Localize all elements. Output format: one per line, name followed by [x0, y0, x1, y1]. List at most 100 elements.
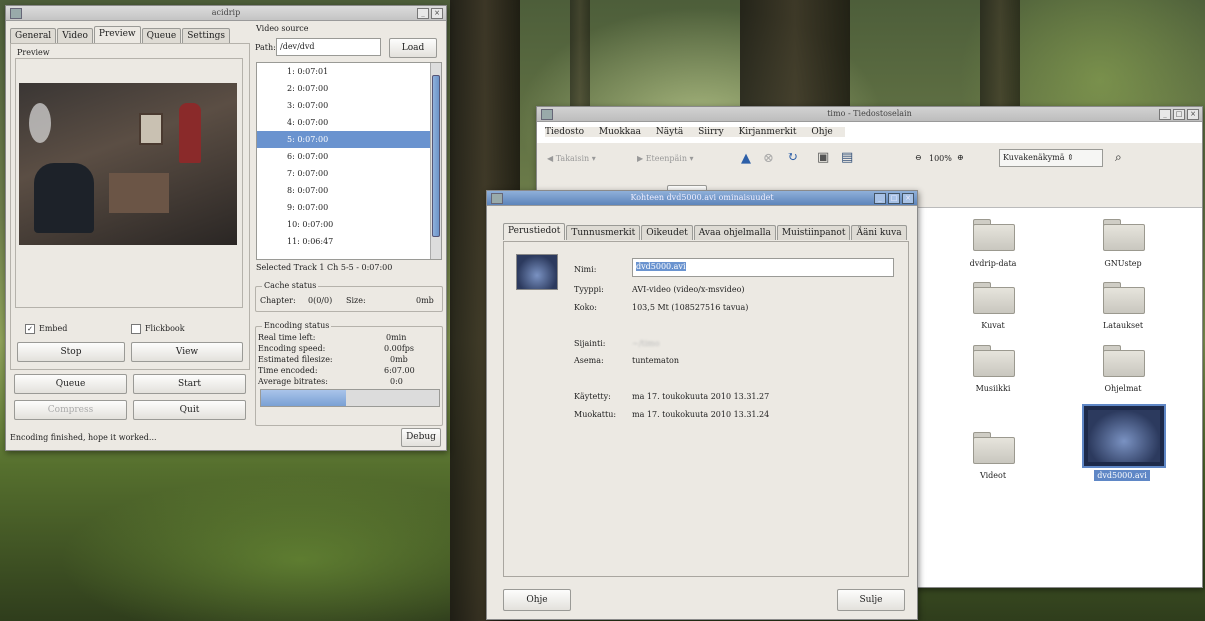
track-list-item[interactable]: 9: 0:07:00 — [257, 199, 441, 216]
zoom-level: 100% — [929, 154, 952, 163]
track-list-item[interactable]: 10: 0:07:00 — [257, 216, 441, 233]
close-icon[interactable]: × — [431, 8, 443, 19]
menu-view[interactable]: Näytä — [656, 127, 683, 137]
tree-trunk — [740, 0, 850, 110]
menu-bookmarks[interactable]: Kirjanmerkit — [739, 127, 797, 137]
track-list-item[interactable]: 3: 0:07:00 — [257, 97, 441, 114]
binoculars-search-icon[interactable]: ⌕ — [1115, 150, 1122, 165]
maximize-icon[interactable]: □ — [888, 193, 900, 204]
scroll-thumb[interactable] — [432, 75, 440, 237]
reload-icon[interactable]: ↻ — [787, 150, 798, 165]
folder-label[interactable]: dvdrip-data — [948, 259, 1038, 268]
track-list-scrollbar[interactable] — [430, 63, 441, 259]
zoom-out-icon[interactable]: ⊖ — [915, 153, 922, 162]
folder-icon[interactable] — [973, 219, 1015, 251]
window-title: acidrip — [211, 8, 241, 17]
tab-notes[interactable]: Muistiinpanot — [776, 225, 851, 240]
tab-preview[interactable]: Preview — [93, 26, 141, 43]
track-list-item[interactable]: 8: 0:07:00 — [257, 182, 441, 199]
folder-label[interactable]: Musiikki — [948, 384, 1038, 393]
folder-label[interactable]: Lataukset — [1078, 321, 1168, 330]
close-icon[interactable]: × — [902, 193, 914, 204]
view-button[interactable]: View — [131, 342, 243, 362]
tab-queue[interactable]: Queue — [141, 28, 182, 43]
up-arrow-icon[interactable]: ▲ — [741, 151, 751, 166]
track-list[interactable]: 1: 0:07:01 2: 0:07:00 3: 0:07:00 4: 0:07:00… — [256, 62, 442, 260]
home-folder-icon[interactable]: ▣ — [817, 150, 829, 165]
track-list-item[interactable]: 7: 0:07:00 — [257, 165, 441, 182]
acidrip-titlebar[interactable]: acidrip _ × — [6, 6, 446, 21]
start-button[interactable]: Start — [133, 374, 246, 394]
file-thumbnail-icon[interactable] — [516, 254, 558, 290]
tab-general[interactable]: General — [10, 28, 57, 43]
selected-file-name: dvd5000.avi — [1094, 470, 1150, 481]
track-list-item[interactable]: 1: 0:07:01 — [257, 63, 441, 80]
minimize-icon[interactable]: _ — [874, 193, 886, 204]
zoom-in-icon[interactable]: ⊕ — [957, 153, 964, 162]
menu-edit[interactable]: Muokkaa — [599, 127, 641, 137]
folder-label[interactable]: Ohjelmat — [1078, 384, 1168, 393]
minimize-icon[interactable]: _ — [417, 8, 429, 19]
properties-dialog: Kohteen dvd5000.avi ominaisuudet _ □ × P… — [486, 190, 918, 620]
checkbox-checked-icon: ✓ — [25, 324, 35, 334]
tab-settings[interactable]: Settings — [182, 28, 231, 43]
menu-go[interactable]: Siirry — [698, 127, 724, 137]
close-icon[interactable]: × — [1187, 109, 1199, 120]
folder-icon[interactable] — [1103, 282, 1145, 314]
window-menu-icon[interactable] — [541, 109, 553, 120]
track-list-item[interactable]: 2: 0:07:00 — [257, 80, 441, 97]
tab-video[interactable]: Video — [57, 28, 93, 43]
computer-icon[interactable]: ▤ — [841, 150, 853, 165]
track-list-item[interactable]: 5: 0:07:00 — [257, 131, 441, 148]
debug-button[interactable]: Debug — [401, 428, 441, 447]
window-menu-icon[interactable] — [491, 193, 503, 204]
folder-icon[interactable] — [973, 432, 1015, 464]
tab-permissions[interactable]: Oikeudet — [641, 225, 693, 240]
folder-icon[interactable] — [973, 345, 1015, 377]
name-value: dvd5000.avi — [636, 262, 686, 271]
menu-help[interactable]: Ohje — [811, 127, 832, 137]
close-button[interactable]: Sulje — [837, 589, 905, 611]
minimize-icon[interactable]: _ — [1159, 109, 1171, 120]
menu-file[interactable]: Tiedosto — [545, 127, 584, 137]
tab-audio-video[interactable]: Ääni kuva — [851, 225, 907, 240]
name-input[interactable]: dvd5000.avi — [632, 258, 894, 277]
flickbook-checkbox[interactable]: Flickbook — [131, 324, 185, 334]
folder-label[interactable]: Kuvat — [948, 321, 1038, 330]
embed-checkbox[interactable]: ✓ Embed — [25, 324, 67, 334]
forward-button[interactable]: ▶ Eteenpäin ▾ — [637, 154, 694, 163]
acidrip-tabs: General Video Preview Queue Settings — [10, 26, 231, 43]
file-label-selected[interactable]: dvd5000.avi — [1077, 470, 1167, 481]
tab-open-with[interactable]: Avaa ohjelmalla — [693, 225, 776, 240]
chapter-label: Chapter: — [260, 296, 296, 305]
size-value: 103,5 Mt (108527516 tavua) — [632, 303, 749, 312]
help-button[interactable]: Ohje — [503, 589, 571, 611]
queue-button[interactable]: Queue — [14, 374, 127, 394]
stop-icon[interactable]: ⊗ — [763, 151, 774, 166]
folder-icon[interactable] — [973, 282, 1015, 314]
tab-basic[interactable]: Perustiedot — [503, 223, 566, 240]
folder-label[interactable]: Videot — [948, 471, 1038, 480]
track-list-item[interactable]: 11: 0:06:47 — [257, 233, 441, 250]
forward-label: Eteenpäin — [645, 154, 687, 163]
compress-button[interactable]: Compress — [14, 400, 127, 420]
view-mode-select[interactable]: Kuvakenäkymä ⇕ — [999, 149, 1103, 167]
folder-icon[interactable] — [1103, 219, 1145, 251]
load-button[interactable]: Load — [389, 38, 437, 58]
track-list-item[interactable]: 4: 0:07:00 — [257, 114, 441, 131]
stop-button[interactable]: Stop — [17, 342, 125, 362]
properties-titlebar[interactable]: Kohteen dvd5000.avi ominaisuudet _ □ × — [487, 191, 917, 206]
maximize-icon[interactable]: □ — [1173, 109, 1185, 120]
quit-button[interactable]: Quit — [133, 400, 246, 420]
window-menu-icon[interactable] — [10, 8, 22, 19]
folder-icon[interactable] — [1103, 345, 1145, 377]
window-title: Kohteen dvd5000.avi ominaisuudet — [630, 193, 774, 202]
back-button[interactable]: ◀ Takaisin ▾ — [547, 154, 596, 163]
folder-label[interactable]: GNUstep — [1078, 259, 1168, 268]
track-list-item[interactable]: 6: 0:07:00 — [257, 148, 441, 165]
file-manager-titlebar[interactable]: timo - Tiedostoselain _ □ × — [537, 107, 1202, 122]
tab-emblems[interactable]: Tunnusmerkit — [566, 225, 641, 240]
path-input[interactable]: /dev/dvd — [276, 38, 381, 56]
video-thumbnail-icon[interactable] — [1082, 404, 1166, 468]
type-label: Tyyppi: — [574, 285, 604, 294]
